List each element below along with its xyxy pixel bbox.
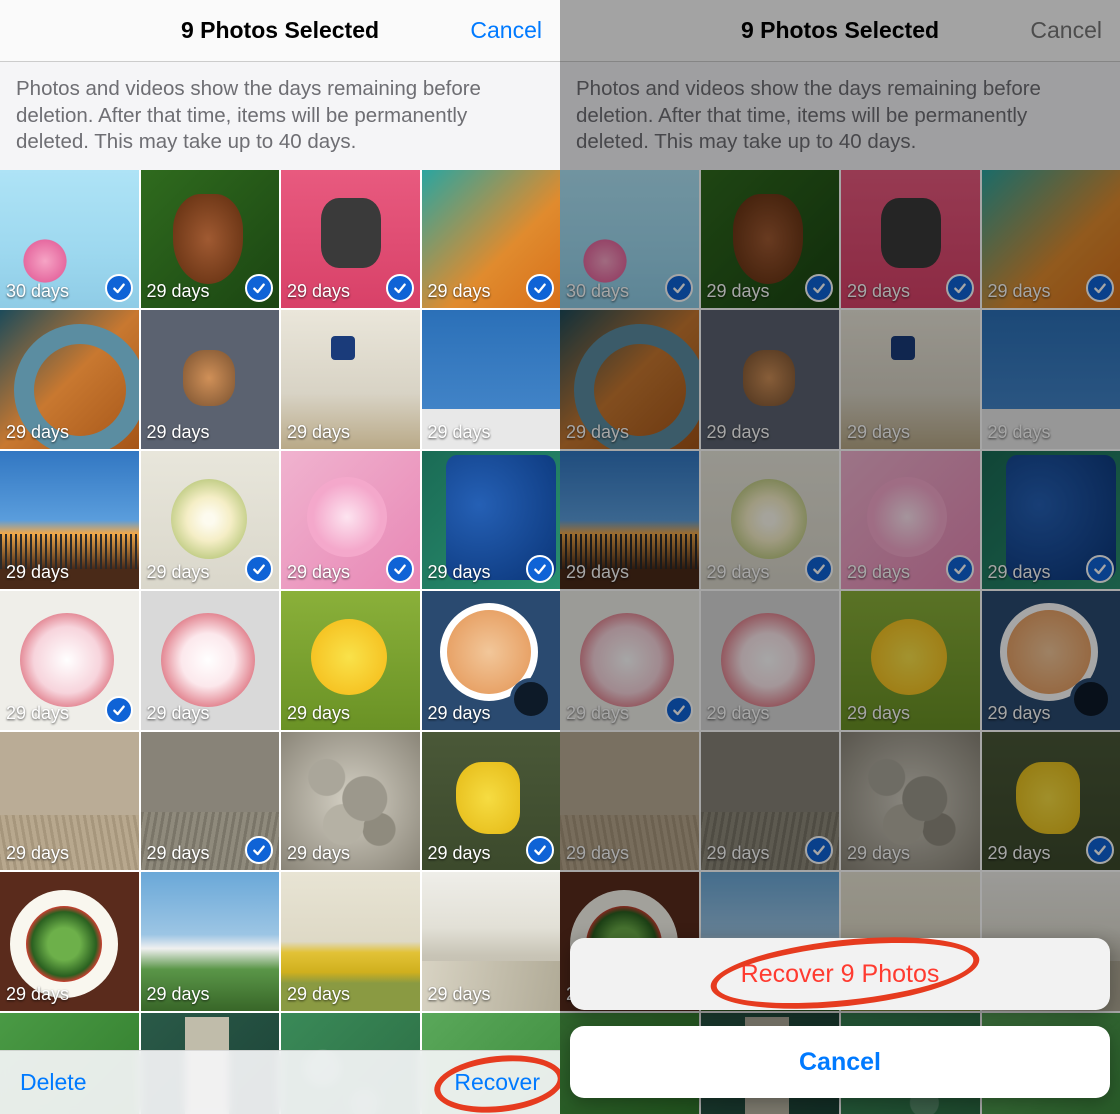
photo-thumbnail[interactable]: 29 days bbox=[0, 872, 139, 1011]
photo-thumbnail[interactable]: 30 days bbox=[0, 170, 139, 309]
action-sheet-recover: Recover 9 Photos bbox=[570, 938, 1110, 1010]
days-remaining-label: 29 days bbox=[287, 281, 350, 302]
description-text: Photos and videos show the days remainin… bbox=[0, 62, 560, 170]
photo-thumbnail[interactable]: 29 days bbox=[422, 170, 561, 309]
photo-thumbnail[interactable]: 29 days bbox=[281, 872, 420, 1011]
days-remaining-label: 29 days bbox=[428, 843, 491, 864]
days-remaining-label: 29 days bbox=[6, 562, 69, 583]
photo-thumbnail[interactable]: 29 days bbox=[281, 170, 420, 309]
photo-thumbnail[interactable]: 29 days bbox=[422, 872, 561, 1011]
days-remaining-label: 29 days bbox=[147, 843, 210, 864]
photo-thumbnail[interactable]: 29 days bbox=[0, 451, 139, 590]
photo-thumbnail[interactable]: 29 days bbox=[422, 451, 561, 590]
selected-checkmark-icon bbox=[386, 555, 414, 583]
left-screenshot: 9 Photos Selected Cancel Photos and vide… bbox=[0, 0, 560, 1114]
days-remaining-label: 29 days bbox=[287, 703, 350, 724]
days-remaining-label: 29 days bbox=[287, 562, 350, 583]
recover-photos-button[interactable]: Recover 9 Photos bbox=[570, 938, 1110, 1010]
toolbar: Delete Recover bbox=[0, 1050, 560, 1114]
action-sheet-cancel: Cancel bbox=[570, 1026, 1110, 1098]
days-remaining-label: 29 days bbox=[428, 984, 491, 1005]
photo-thumbnail[interactable]: 29 days bbox=[281, 732, 420, 871]
days-remaining-label: 29 days bbox=[428, 562, 491, 583]
selected-checkmark-icon bbox=[386, 274, 414, 302]
photo-thumbnail[interactable]: 29 days bbox=[422, 591, 561, 730]
photo-thumbnail[interactable]: 29 days bbox=[0, 732, 139, 871]
days-remaining-label: 29 days bbox=[428, 281, 491, 302]
photo-thumbnail[interactable]: 29 days bbox=[0, 591, 139, 730]
photo-thumbnail[interactable]: 29 days bbox=[141, 451, 280, 590]
photo-thumbnail[interactable]: 29 days bbox=[141, 170, 280, 309]
days-remaining-label: 29 days bbox=[428, 703, 491, 724]
days-remaining-label: 29 days bbox=[428, 422, 491, 443]
photo-thumbnail[interactable]: 29 days bbox=[141, 310, 280, 449]
days-remaining-label: 29 days bbox=[147, 422, 210, 443]
days-remaining-label: 29 days bbox=[6, 984, 69, 1005]
selected-checkmark-icon bbox=[105, 274, 133, 302]
photo-thumbnail[interactable]: 29 days bbox=[281, 591, 420, 730]
days-remaining-label: 29 days bbox=[287, 422, 350, 443]
days-remaining-label: 30 days bbox=[6, 281, 69, 302]
days-remaining-label: 29 days bbox=[147, 703, 210, 724]
photo-thumbnail[interactable]: 29 days bbox=[281, 451, 420, 590]
selected-checkmark-icon bbox=[105, 696, 133, 724]
photo-thumbnail[interactable]: 29 days bbox=[422, 310, 561, 449]
photo-thumbnail[interactable]: 29 days bbox=[422, 732, 561, 871]
photo-thumbnail[interactable]: 29 days bbox=[141, 591, 280, 730]
sheet-cancel-button[interactable]: Cancel bbox=[570, 1026, 1110, 1098]
photo-thumbnail[interactable]: 29 days bbox=[281, 310, 420, 449]
cancel-button[interactable]: Cancel bbox=[470, 0, 542, 61]
photo-thumbnail[interactable]: 29 days bbox=[0, 310, 139, 449]
navbar: 9 Photos Selected Cancel bbox=[0, 0, 560, 62]
days-remaining-label: 29 days bbox=[287, 984, 350, 1005]
photo-thumbnail[interactable]: 29 days bbox=[141, 872, 280, 1011]
days-remaining-label: 29 days bbox=[147, 562, 210, 583]
recover-button[interactable]: Recover bbox=[454, 1069, 540, 1096]
days-remaining-label: 29 days bbox=[6, 843, 69, 864]
days-remaining-label: 29 days bbox=[6, 422, 69, 443]
photo-grid-left: 30 days 29 days 29 days 29 days 29 days 29 da… bbox=[0, 170, 560, 1114]
days-remaining-label: 29 days bbox=[147, 984, 210, 1005]
photo-thumbnail[interactable]: 29 days bbox=[141, 732, 280, 871]
right-screenshot: 9 Photos Selected Cancel Photos and vide… bbox=[560, 0, 1120, 1114]
days-remaining-label: 29 days bbox=[287, 843, 350, 864]
days-remaining-label: 29 days bbox=[6, 703, 69, 724]
delete-button[interactable]: Delete bbox=[20, 1069, 86, 1096]
days-remaining-label: 29 days bbox=[147, 281, 210, 302]
